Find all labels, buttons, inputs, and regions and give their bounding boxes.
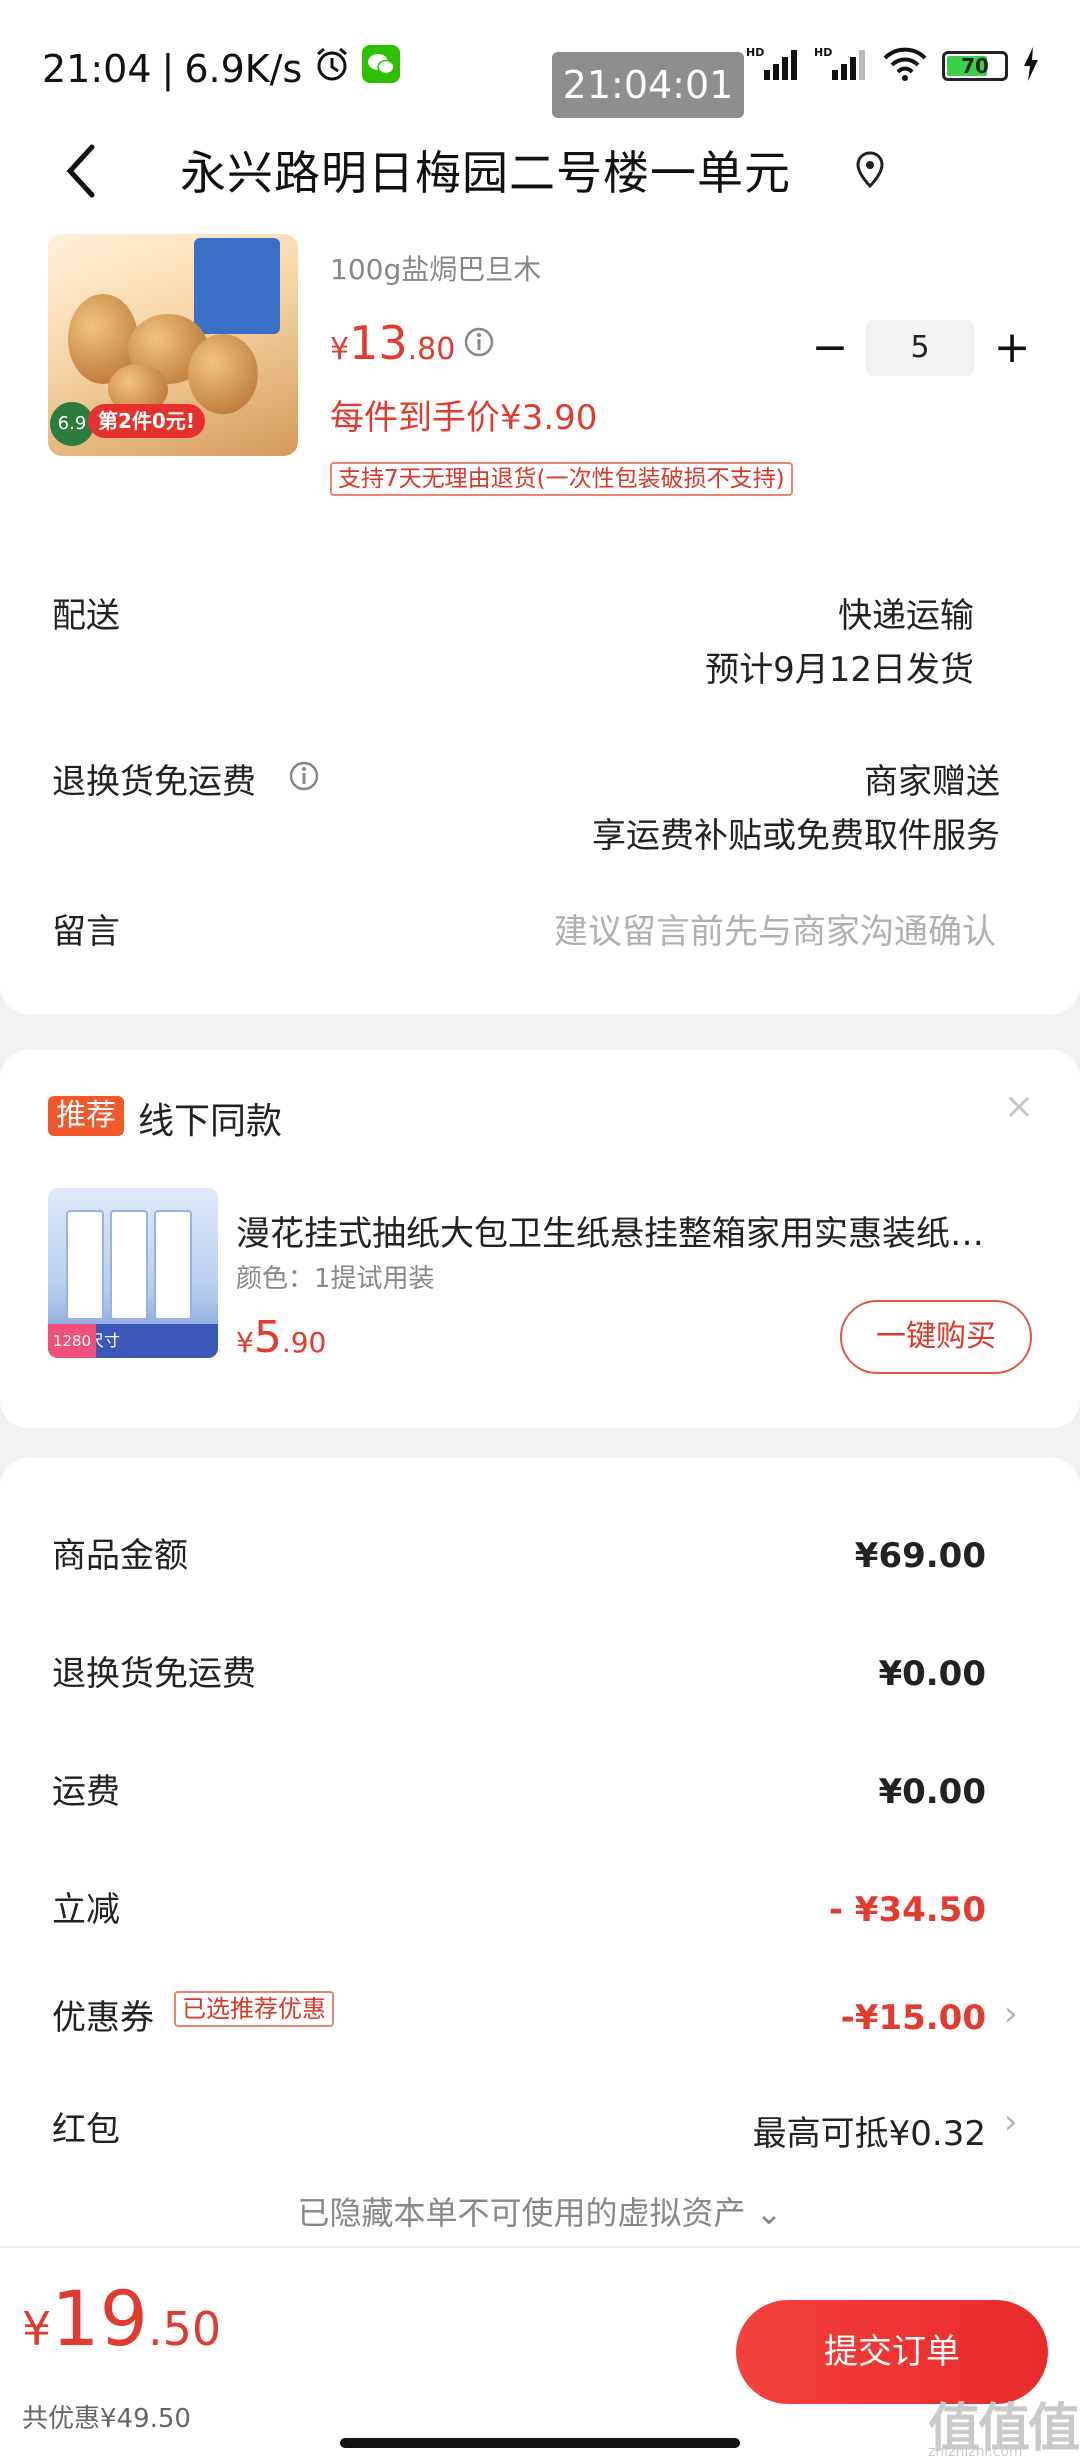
one-click-buy-button[interactable]: 一键购买 — [840, 1300, 1032, 1374]
unit-price: 每件到手价¥3.90 — [330, 398, 598, 438]
delivery-eta: 预计9月12日发货 — [705, 650, 974, 690]
instant-discount-value: - ¥34.50 — [828, 1890, 986, 1930]
total-price: ¥19.50 — [22, 2274, 222, 2363]
total-discount: 共优惠¥49.50 — [22, 2404, 191, 2434]
status-speed: 6.9K/s — [184, 46, 303, 91]
product-price: ¥13.80 — [330, 316, 456, 370]
product-image[interactable]: 6.9 第2件0元! — [48, 234, 298, 456]
home-indicator[interactable] — [340, 2438, 740, 2448]
message-input[interactable]: 建议留言前先与商家沟通确认 — [554, 904, 996, 953]
status-bar: 21:04 | 6.9K/s 21:04:01 HD HD 70 — [0, 0, 1080, 120]
charging-icon — [1022, 47, 1040, 85]
back-button[interactable] — [50, 138, 110, 208]
return-fee-value: 商家赠送 — [864, 762, 1000, 802]
instant-discount-label: 立减 — [52, 1890, 120, 1930]
order-item-card: 6.9 第2件0元! 100g盐焗巴旦木 ¥13.80 − 5 + 每件到手价¥… — [0, 228, 1080, 1014]
red-packet-value[interactable]: 最高可抵¥0.32 — [753, 2106, 986, 2155]
image-count-tag: 1280 — [48, 1324, 96, 1358]
status-time: 21:04 — [42, 46, 152, 91]
recommend-product-price: ¥5.90 — [236, 1312, 327, 1363]
shipping-fee-value: ¥0.00 — [878, 1772, 986, 1812]
recommend-product-name[interactable]: 漫花挂式抽纸大包卫生纸悬挂整箱家用实惠装纸… — [236, 1206, 1036, 1255]
red-packet-label: 红包 — [52, 2110, 120, 2150]
status-left: 21:04 | 6.9K/s — [42, 44, 401, 93]
return-fee-desc: 享运费补贴或免费取件服务 — [592, 816, 1000, 856]
address-title[interactable]: 永兴路明日梅园二号楼一单元 — [180, 138, 791, 208]
goods-amount-value: ¥69.00 — [854, 1536, 986, 1576]
quantity-field[interactable]: 5 — [866, 320, 974, 376]
coupon-selected-tag: 已选推荐优惠 — [174, 1991, 334, 2027]
quantity-decrease-button[interactable]: − — [810, 323, 850, 373]
image-promo-badge: 第2件0元! — [88, 404, 205, 438]
info-icon[interactable] — [463, 326, 495, 362]
signal-icon: HD — [814, 46, 868, 86]
product-title-clipped — [330, 228, 1030, 246]
chevron-right-icon[interactable]: › — [1004, 1994, 1018, 2034]
chevron-right-icon[interactable]: › — [1004, 2102, 1018, 2142]
delivery-label: 配送 — [52, 596, 120, 636]
svg-text:HD: HD — [746, 46, 764, 59]
svg-text:HD: HD — [814, 46, 832, 59]
coupon-value[interactable]: -¥15.00 — [841, 1998, 986, 2038]
coupon-label: 优惠券 — [52, 1998, 154, 2038]
time-overlay: 21:04:01 — [552, 52, 744, 118]
back-arrow-icon — [64, 143, 96, 203]
return-fee-label: 退换货免运费 — [52, 762, 256, 802]
battery-icon: 70 — [942, 51, 1008, 81]
shipping-fee-label: 运费 — [52, 1772, 120, 1812]
watermark-domain: zhizhizhi.com — [928, 2444, 1023, 2460]
status-right: HD HD 70 — [746, 46, 1040, 86]
recommend-product-spec: 颜色：1提试用装 — [236, 1264, 435, 1294]
header: 永兴路明日梅园二号楼一单元 — [0, 120, 1080, 228]
info-icon[interactable] — [288, 760, 320, 796]
recommend-product-image[interactable]: 加大尺寸156*175mm 1280 — [48, 1188, 218, 1358]
battery-level: 70 — [961, 54, 989, 78]
checkout-bar: ¥19.50 共优惠¥49.50 提交订单 值值值 zhizhizhi.com — [0, 2246, 1080, 2460]
return-shipping-label: 退换货免运费 — [52, 1654, 256, 1694]
goods-amount-label: 商品金额 — [52, 1536, 188, 1576]
wechat-icon — [362, 45, 401, 92]
wifi-icon — [882, 46, 928, 86]
product-spec: 100g盐焗巴旦木 — [330, 253, 542, 286]
return-shipping-value: ¥0.00 — [878, 1654, 986, 1694]
status-divider: | — [161, 46, 175, 91]
recommend-title: 线下同款 — [138, 1101, 283, 1142]
hidden-assets-toggle[interactable]: 已隐藏本单不可使用的虚拟资产 ⌄ — [0, 2188, 1080, 2234]
signal-icon: HD — [746, 46, 800, 86]
message-label: 留言 — [52, 912, 120, 952]
recommendation-card: 推荐 线下同款 × 加大尺寸156*175mm 1280 漫花挂式抽纸大包卫生纸… — [0, 1050, 1080, 1428]
location-pin-icon[interactable] — [855, 150, 885, 194]
delivery-method[interactable]: 快递运输 — [838, 588, 974, 637]
close-icon[interactable]: × — [1004, 1086, 1034, 1127]
return-policy-tag: 支持7天无理由退货(一次性包装破损不支持) — [330, 462, 793, 496]
recommend-badge: 推荐 — [48, 1096, 124, 1136]
alarm-icon — [312, 44, 352, 93]
quantity-increase-button[interactable]: + — [990, 323, 1034, 373]
